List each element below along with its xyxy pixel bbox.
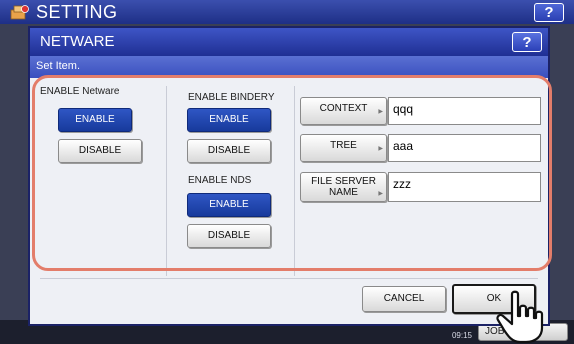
settings-logo-icon [10, 5, 29, 20]
clock-time: 09:15 [451, 331, 472, 340]
dialog-title: NETWARE [40, 33, 115, 50]
dialog-help-button[interactable]: ? [512, 32, 542, 52]
footer-divider [40, 278, 538, 279]
pointing-hand-icon [496, 290, 544, 344]
dialog-subtitle: Set Item. [36, 60, 81, 72]
background-title: SETTING [36, 2, 118, 22]
highlight-outline [32, 75, 552, 271]
cancel-button-label: CANCEL [383, 293, 425, 304]
background-help-button[interactable]: ? [534, 3, 564, 22]
dialog-titlebar: NETWARE ? [30, 28, 548, 56]
cancel-button[interactable]: CANCEL [362, 286, 446, 312]
